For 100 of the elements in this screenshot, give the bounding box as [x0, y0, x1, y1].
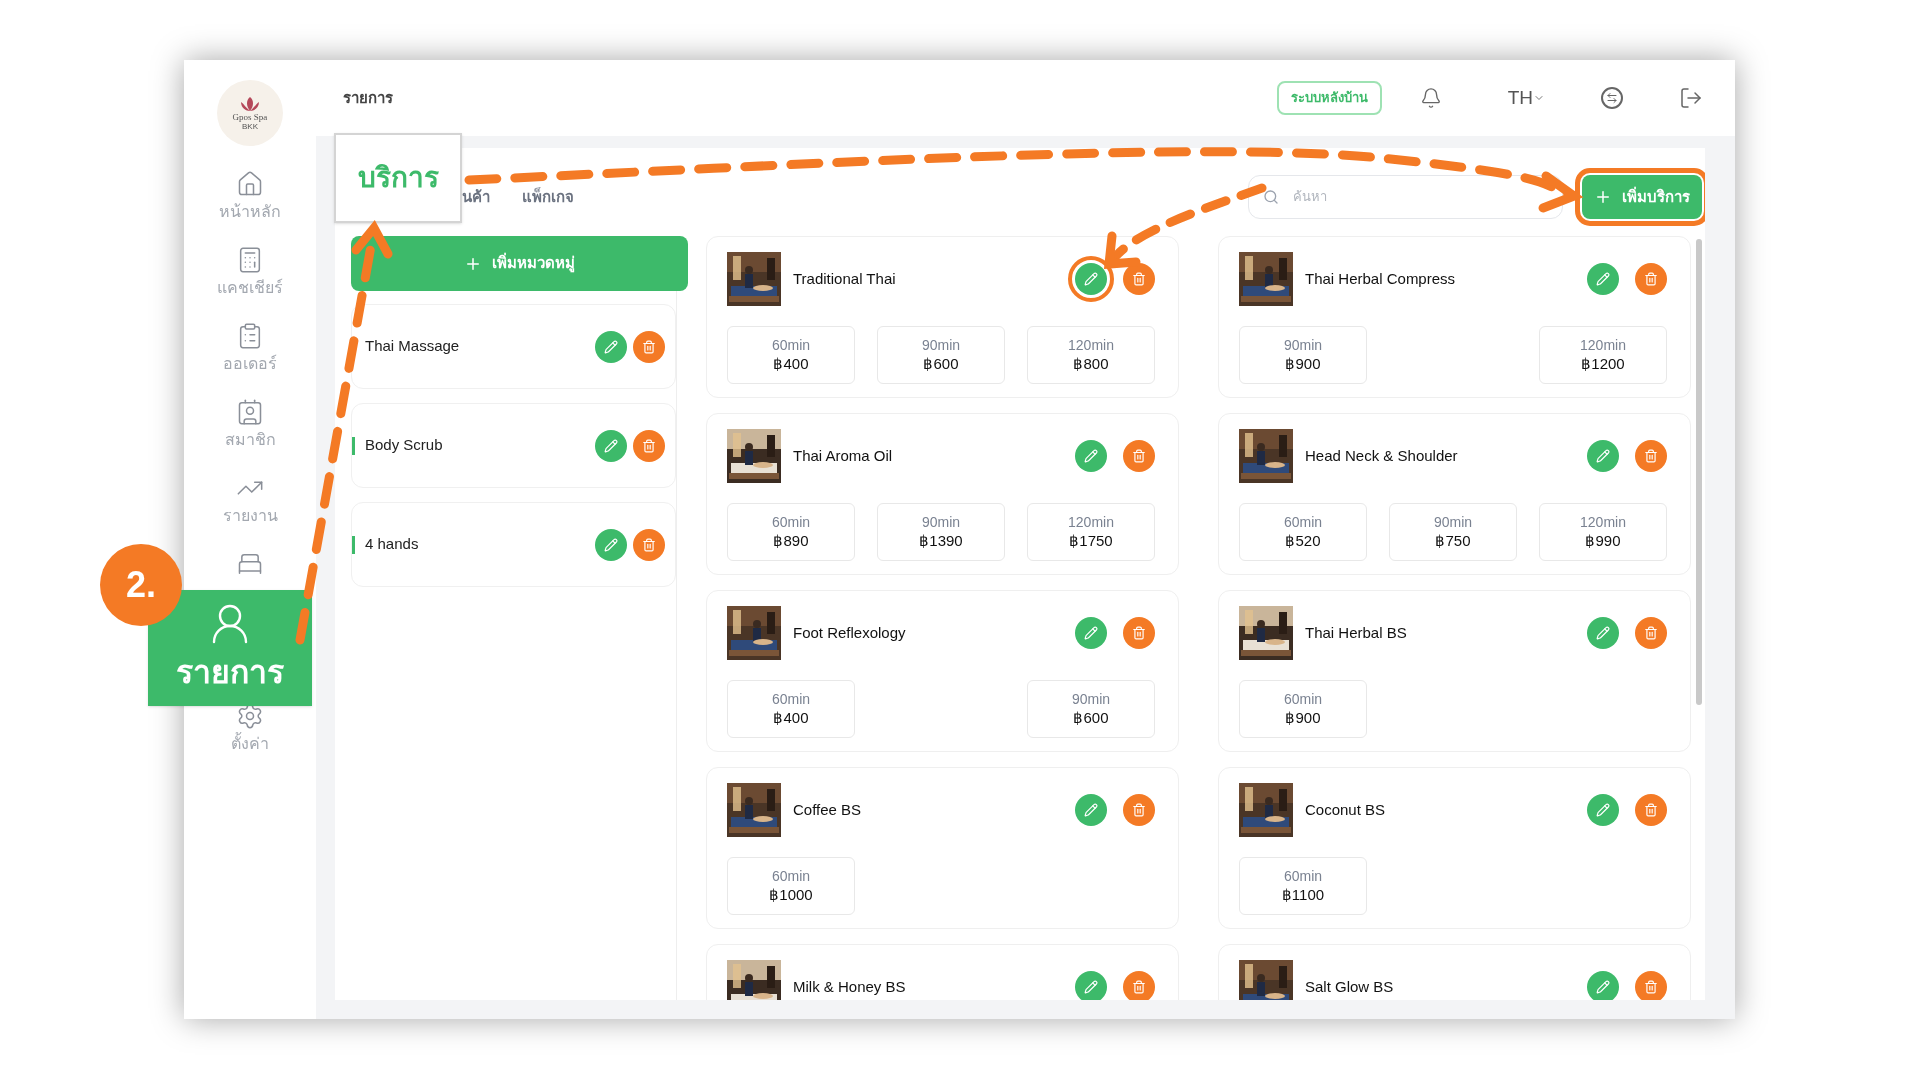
duration: 60min: [771, 867, 811, 885]
page-title: รายการ: [343, 87, 393, 108]
scrollbar[interactable]: [1696, 239, 1702, 705]
delete-button[interactable]: [1635, 440, 1667, 472]
delete-button[interactable]: [1635, 794, 1667, 826]
logo-subtext: BKK: [242, 121, 258, 131]
service-name: Coconut BS: [1305, 799, 1386, 820]
price: ฿1390: [919, 531, 963, 551]
service-name: Traditional Thai: [793, 268, 896, 289]
edit-button[interactable]: [1075, 971, 1107, 1000]
price: ฿900: [1285, 708, 1321, 728]
search-input[interactable]: ค้นหา: [1293, 187, 1548, 207]
delete-button[interactable]: [633, 330, 665, 363]
duration: 120min: [1580, 336, 1626, 354]
duration: 90min: [1283, 336, 1323, 354]
house-icon: [236, 170, 264, 198]
duration: 60min: [1283, 513, 1323, 531]
category-item[interactable]: Body Scrub: [351, 403, 676, 488]
price: ฿750: [1435, 531, 1471, 551]
backoffice-button[interactable]: ระบบหลังบ้าน: [1276, 81, 1382, 115]
pencil-icon: [1084, 980, 1098, 994]
duration: 120min: [1580, 513, 1626, 531]
trash-icon: [1644, 272, 1658, 286]
logout-icon[interactable]: [1679, 86, 1703, 110]
service-name: Foot Reflexology: [793, 622, 906, 643]
tab[interactable]: นค้า: [462, 185, 490, 209]
logo-text: Gpos Spa: [232, 111, 268, 122]
sidebar-item[interactable]: ออเดอร์: [195, 316, 305, 392]
price: ฿1000: [769, 885, 813, 905]
sidebar-item[interactable]: ตั้งค่า: [195, 696, 305, 772]
delete-button[interactable]: [633, 429, 665, 462]
edit-button[interactable]: [1587, 263, 1619, 295]
pencil-icon: [1596, 272, 1610, 286]
delete-button[interactable]: [1123, 971, 1155, 1000]
delete-button[interactable]: [1635, 617, 1667, 649]
language-selector[interactable]: TH: [1507, 83, 1545, 113]
price: ฿1200: [1581, 354, 1625, 374]
contact-card-icon: [236, 398, 264, 426]
trash-icon: [1644, 626, 1658, 640]
trash-icon: [1644, 449, 1658, 463]
tab-callout: บริการ: [334, 133, 462, 223]
sidebar-item[interactable]: สมาชิก: [195, 392, 305, 468]
lotus-icon: [239, 95, 261, 112]
edit-button[interactable]: [1587, 617, 1619, 649]
price: ฿1750: [1069, 531, 1113, 551]
duration: 90min: [1071, 690, 1111, 708]
tab[interactable]: แพ็กเกจ: [522, 185, 574, 209]
trash-icon: [1132, 449, 1146, 463]
delete-button[interactable]: [633, 528, 665, 561]
service-name: Thai Aroma Oil: [793, 445, 893, 466]
price: ฿600: [923, 354, 959, 374]
add-category-button[interactable]: เพิ่มหมวดหมู่: [351, 236, 688, 291]
pencil-icon: [1084, 449, 1098, 463]
trash-icon: [642, 339, 656, 354]
category-name: Thai Massage: [365, 336, 460, 357]
price: ฿1100: [1281, 885, 1325, 905]
price: ฿800: [1073, 354, 1109, 374]
delete-button[interactable]: [1635, 971, 1667, 1000]
delete-button[interactable]: [1123, 263, 1155, 295]
category-name: Body Scrub: [365, 435, 443, 456]
delete-button[interactable]: [1123, 440, 1155, 472]
edit-button[interactable]: [1075, 794, 1107, 826]
bell-icon[interactable]: [1419, 87, 1442, 109]
sidebar-item[interactable]: หน้าหลัก: [195, 164, 305, 240]
sidebar-item[interactable]: แคชเชียร์: [195, 240, 305, 316]
step-badge: 2.: [100, 544, 182, 626]
edit-button[interactable]: [1587, 794, 1619, 826]
category-item[interactable]: 4 hands: [351, 502, 676, 587]
category-item[interactable]: Thai Massage: [351, 304, 676, 389]
delete-button[interactable]: [1123, 794, 1155, 826]
pencil-icon: [1084, 626, 1098, 640]
trash-icon: [642, 537, 656, 552]
price: ฿890: [773, 531, 809, 551]
pencil-icon: [1596, 803, 1610, 817]
trash-icon: [1132, 272, 1146, 286]
edit-button[interactable]: [1587, 971, 1619, 1000]
edit-button[interactable]: [595, 429, 627, 462]
duration: 60min: [1283, 867, 1323, 885]
edit-button[interactable]: [1075, 440, 1107, 472]
duration: 60min: [771, 336, 811, 354]
delete-button[interactable]: [1635, 263, 1667, 295]
delete-button[interactable]: [1123, 617, 1155, 649]
duration: 120min: [1068, 513, 1114, 531]
price: ฿900: [1285, 354, 1321, 374]
price: ฿400: [773, 708, 809, 728]
trash-icon: [1132, 626, 1146, 640]
edit-button[interactable]: [595, 528, 627, 561]
search-field[interactable]: ค้นหา: [1248, 175, 1563, 219]
exchange-icon[interactable]: [1601, 87, 1623, 109]
sidebar-item[interactable]: รายงาน: [195, 468, 305, 544]
service-name: Milk & Honey BS: [793, 976, 906, 997]
duration: 120min: [1068, 336, 1114, 354]
service-name: Thai Herbal Compress: [1305, 268, 1456, 289]
pencil-icon: [1596, 626, 1610, 640]
edit-button[interactable]: [1587, 440, 1619, 472]
pencil-icon: [604, 339, 618, 354]
edit-button[interactable]: [1075, 617, 1107, 649]
edit-button[interactable]: [595, 330, 627, 363]
duration: 90min: [921, 336, 961, 354]
duration: 60min: [771, 513, 811, 531]
